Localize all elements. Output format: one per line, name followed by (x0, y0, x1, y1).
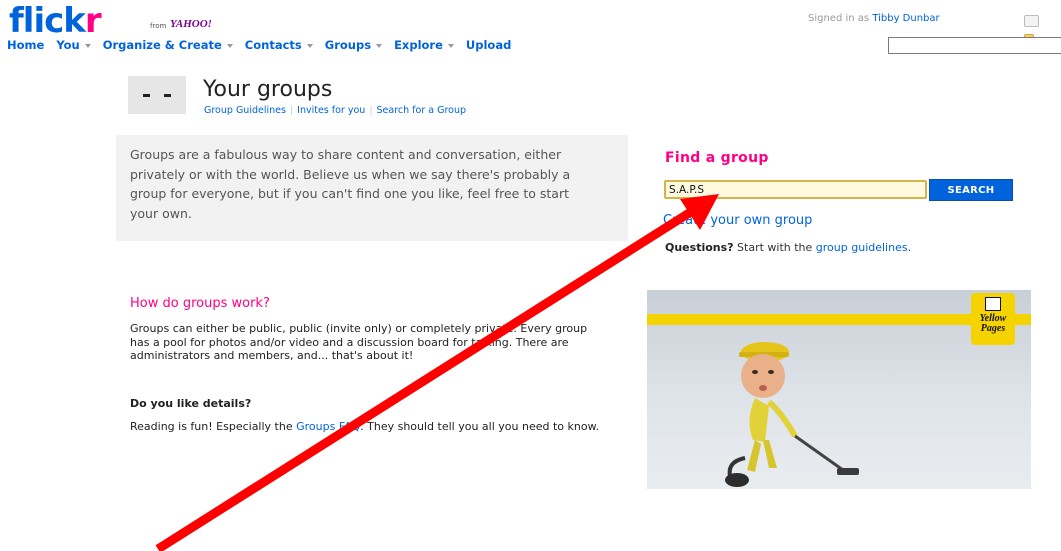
create-group-link[interactable]: Create your own group (663, 213, 812, 228)
nav-you[interactable]: You (56, 38, 79, 52)
questions-text: Start with the (733, 241, 816, 254)
logo-text-r: r (84, 1, 102, 41)
page-title: Your groups (203, 77, 333, 102)
chevron-down-icon[interactable] (376, 43, 383, 48)
signed-in-status: Signed in as Tibby Dunbar (808, 13, 940, 24)
intro-box: Groups are a fabulous way to share conte… (116, 135, 628, 241)
yellow-pages-logo: Yellow Pages (971, 293, 1015, 345)
vacuum-icon (725, 473, 749, 487)
signed-in-label: Signed in as (808, 13, 870, 24)
groups-buddy-icon (128, 76, 186, 114)
cleaner-figure-illustration (725, 342, 859, 487)
search-group-link[interactable]: Search for a Group (377, 105, 467, 116)
chevron-down-icon[interactable] (447, 43, 454, 48)
group-guidelines-link[interactable]: Group Guidelines (204, 105, 286, 116)
group-sublinks: Group Guidelines | Invites for you | Search … (204, 105, 466, 116)
logo-from-text: from (150, 22, 167, 30)
nav-explore[interactable]: Explore (394, 38, 443, 52)
logo-text: flick (9, 1, 86, 41)
divider: | (369, 105, 373, 116)
chevron-down-icon[interactable] (226, 43, 233, 48)
how-groups-work-text: Groups can either be public, public (inv… (130, 322, 588, 362)
yahoo-logo: YAHOO! (170, 18, 212, 30)
search-button[interactable]: SEARCH (929, 179, 1013, 201)
intro-text: Groups are a fabulous way to share conte… (130, 147, 571, 221)
buddy-eye-right (164, 94, 171, 97)
header-search-input[interactable] (888, 37, 1061, 54)
chevron-down-icon[interactable] (306, 43, 313, 48)
details-post: . They should tell you all you need to k… (360, 420, 600, 433)
nav-contacts[interactable]: Contacts (245, 38, 302, 52)
yp-line2: Pages (980, 323, 1006, 334)
groups-faq-link[interactable]: Groups FAQ (296, 420, 360, 433)
nav-home[interactable]: Home (7, 38, 44, 52)
divider: | (289, 105, 294, 116)
nav-groups[interactable]: Groups (325, 38, 371, 52)
user-name-link[interactable]: Tibby Dunbar (872, 13, 939, 24)
details-heading: Do you like details? (130, 397, 252, 410)
main-nav: Home You Organize & Create Contacts Grou… (7, 38, 519, 52)
invites-link[interactable]: Invites for you (297, 105, 365, 116)
arrow-shaft (155, 204, 700, 551)
nav-upload[interactable]: Upload (466, 38, 511, 52)
flickr-logo[interactable]: flickr (9, 1, 102, 41)
questions-line: Questions? Start with the group guidelin… (665, 241, 911, 254)
find-group-heading: Find a group (665, 150, 769, 166)
questions-end: . (907, 241, 912, 254)
mail-icon[interactable] (1024, 15, 1039, 27)
details-text: Reading is fun! Especially the Groups FA… (130, 420, 600, 434)
details-pre: Reading is fun! Especially the (130, 420, 297, 433)
book-icon (985, 297, 1001, 311)
buddy-eye-left (143, 94, 150, 97)
nav-organize-create[interactable]: Organize & Create (103, 38, 222, 52)
how-groups-work-heading: How do groups work? (130, 296, 270, 311)
yellow-pages-ad[interactable]: Yellow Pages (647, 290, 1031, 489)
find-group-input[interactable] (664, 180, 927, 199)
group-guidelines-inline-link[interactable]: group guidelines (816, 241, 908, 254)
questions-label: Questions? (665, 241, 734, 254)
chevron-down-icon[interactable] (84, 43, 91, 48)
